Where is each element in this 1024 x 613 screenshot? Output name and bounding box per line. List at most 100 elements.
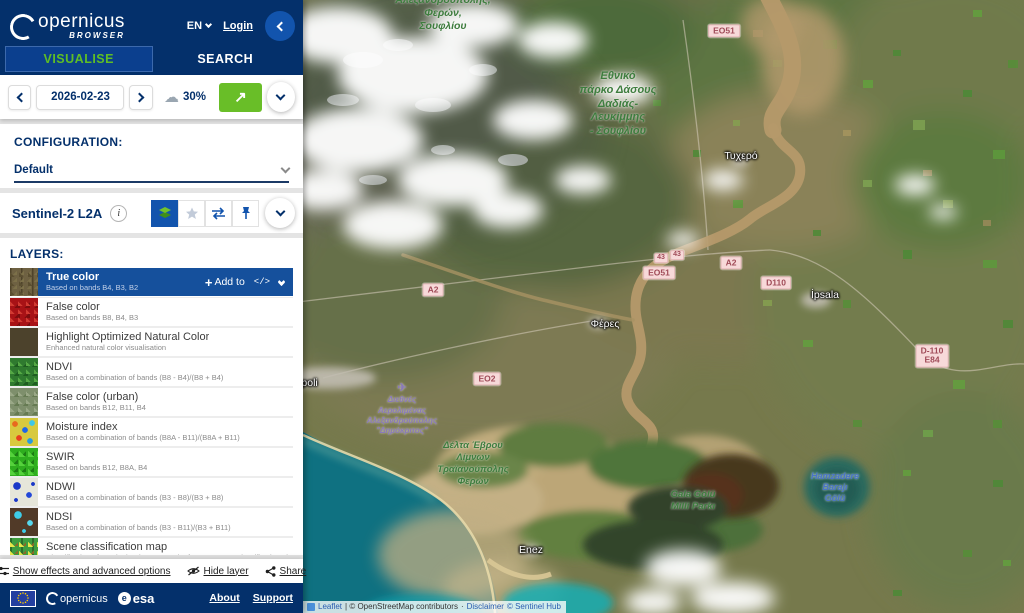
login-link[interactable]: Login <box>223 20 253 32</box>
main-tabs: VISUALISE SEARCH <box>0 46 303 75</box>
star-icon <box>185 207 199 220</box>
layer-item-ndwi[interactable]: NDWI Based on a combination of bands (B3… <box>10 478 293 506</box>
dataset-row: Sentinel-2 L2A i <box>0 193 303 233</box>
layer-item-false-color-urban[interactable]: False color (urban) Based on bands B12, … <box>10 388 293 416</box>
hide-eye-icon <box>187 566 200 576</box>
copernicus-logo: opernicus BROWSER <box>10 12 125 40</box>
leaflet-link[interactable]: Leaflet <box>318 602 342 611</box>
layer-thumbnail <box>10 328 38 356</box>
layer-subtitle: Based on a combination of bands (B8A - B… <box>46 434 240 443</box>
chevron-left-icon <box>277 21 287 31</box>
cloud-icon: ☁ <box>164 88 179 106</box>
sentinel-hub-link[interactable]: © Sentinel Hub <box>507 602 561 611</box>
eu-flag-icon <box>10 590 36 607</box>
layer-item-true-color[interactable]: True color Based on bands B4, B3, B2 + A… <box>10 268 293 296</box>
esa-label: esa <box>133 591 155 606</box>
configuration-select[interactable]: Default <box>14 164 289 183</box>
osm-attribution: | © OpenStreetMap contributors <box>345 602 458 611</box>
layer-thumbnail <box>10 388 38 416</box>
layers-heading: LAYERS: <box>10 247 293 261</box>
copernicus-crescent-icon <box>7 11 39 43</box>
map-attribution: Leaflet | © OpenStreetMap contributors ·… <box>303 601 566 613</box>
prev-date-button[interactable] <box>8 85 31 110</box>
chevron-down-icon <box>275 207 285 217</box>
date-picker[interactable]: 2026-02-23 <box>36 85 124 110</box>
disclaimer-link[interactable]: Disclaimer <box>467 602 504 611</box>
layer-item-swir[interactable]: SWIR Based on bands B12, B8A, B4 <box>10 448 293 476</box>
favourite-button[interactable] <box>178 200 205 227</box>
language-selector[interactable]: EN <box>187 20 211 32</box>
tab-search[interactable]: SEARCH <box>153 46 299 72</box>
pin-icon <box>240 206 252 220</box>
support-link[interactable]: Support <box>253 592 293 604</box>
layer-item-moisture-index[interactable]: Moisture index Based on a combination of… <box>10 418 293 446</box>
layer-item-ndvi[interactable]: NDVI Based on a combination of bands (B8… <box>10 358 293 386</box>
visualise-date-button[interactable]: ↗ <box>219 83 262 112</box>
layer-thumbnail <box>10 358 38 386</box>
configuration-label: CONFIGURATION: <box>14 135 289 149</box>
layers-toggle-button[interactable] <box>151 200 178 227</box>
hide-layer-label: Hide layer <box>204 566 249 577</box>
expand-datebar-button[interactable] <box>267 82 295 112</box>
add-to-button[interactable]: + Add to <box>205 275 245 290</box>
show-effects-label: Show effects and advanced options <box>13 566 171 577</box>
layer-subtitle: Based on bands B8, B4, B3 <box>46 314 138 323</box>
chevron-left-icon <box>16 92 26 102</box>
sliders-icon <box>0 566 9 576</box>
share-link[interactable]: Share <box>265 566 307 577</box>
show-effects-link[interactable]: Show effects and advanced options <box>0 566 171 577</box>
expand-dataset-button[interactable] <box>265 198 295 228</box>
layer-item-scene-classification[interactable]: Scene classification map Classification … <box>10 538 293 555</box>
copernicus-crescent-icon <box>45 590 61 606</box>
custom-script-button[interactable]: </> <box>254 277 270 287</box>
layer-subtitle: Based on bands B4, B3, B2 <box>46 284 138 293</box>
brand-name: opernicus <box>38 11 125 32</box>
collapse-layer-button[interactable] <box>279 281 284 283</box>
cloud-coverage-filter[interactable]: ☁ 30% <box>164 88 206 106</box>
layer-subtitle: Based on bands B12, B8A, B4 <box>46 464 147 473</box>
compare-arrows-icon <box>211 207 226 220</box>
layer-actions-bar: Show effects and advanced options Hide l… <box>0 559 303 583</box>
sidebar: opernicus BROWSER EN Login VISUALISE <box>0 0 303 613</box>
layer-subtitle: Based on a combination of bands (B8 - B4… <box>46 374 223 383</box>
dataset-name: Sentinel-2 L2A <box>12 206 102 221</box>
cloud-percentage: 30% <box>183 91 206 103</box>
layer-thumbnail <box>10 298 38 326</box>
app-header: opernicus BROWSER EN Login VISUALISE <box>0 0 303 75</box>
about-link[interactable]: About <box>209 592 239 604</box>
layer-thumbnail <box>10 508 38 536</box>
configuration-value: Default <box>14 164 53 176</box>
pin-button[interactable] <box>232 200 259 227</box>
layer-subtitle: Based on a combination of bands (B3 - B8… <box>46 494 223 503</box>
leaflet-icon <box>307 603 315 611</box>
layer-item-highlight-optimized[interactable]: Highlight Optimized Natural Color Enhanc… <box>10 328 293 356</box>
chevron-down-icon <box>205 21 212 28</box>
layer-subtitle: Enhanced natural color visualisation <box>46 344 209 353</box>
add-to-label: Add to <box>214 276 244 288</box>
tab-visualise[interactable]: VISUALISE <box>5 46 153 72</box>
layers-section: LAYERS: True color Based on bands B4, B3… <box>0 238 303 555</box>
esa-disc-icon: e <box>118 592 131 605</box>
layer-thumbnail <box>10 478 38 506</box>
layer-subtitle: Based on a combination of bands (B3 - B1… <box>46 524 231 533</box>
chevron-down-icon <box>276 91 286 101</box>
layer-thumbnail <box>10 538 38 555</box>
compare-button[interactable] <box>205 200 232 227</box>
next-date-button[interactable] <box>129 85 152 110</box>
layer-item-ndsi[interactable]: NDSI Based on a combination of bands (B3… <box>10 508 293 536</box>
share-label: Share <box>280 566 307 577</box>
map-canvas[interactable]: Αλεξανδρούπολης, Φερών, Σουφλίου Εθνικό … <box>303 0 1024 613</box>
chevron-right-icon <box>135 92 145 102</box>
collapse-sidebar-button[interactable] <box>265 11 295 41</box>
date-bar: 2026-02-23 ☁ 30% ↗ <box>0 75 303 119</box>
layer-item-false-color[interactable]: False color Based on bands B8, B4, B3 <box>10 298 293 326</box>
plus-icon: + <box>205 275 213 290</box>
satellite-terrain <box>303 0 1024 613</box>
layer-thumbnail <box>10 268 38 296</box>
dataset-info-button[interactable]: i <box>110 205 127 222</box>
copernicus-browser-app: opernicus BROWSER EN Login VISUALISE <box>0 0 1024 613</box>
footer-copernicus-logo: opernicus <box>46 592 108 605</box>
hide-layer-link[interactable]: Hide layer <box>187 566 249 577</box>
brand-subtitle: BROWSER <box>38 32 125 40</box>
chevron-down-icon <box>281 164 291 174</box>
